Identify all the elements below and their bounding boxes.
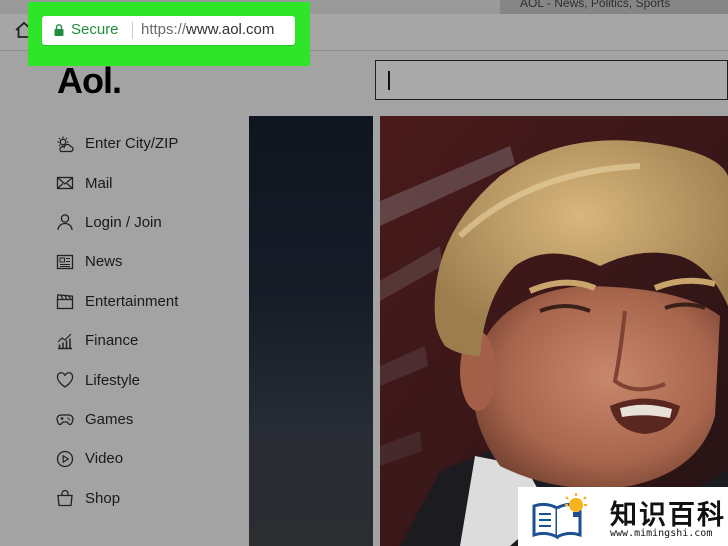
secure-label: Secure [71,21,119,38]
sidebar-item-login[interactable]: Login / Join [56,203,178,242]
text-cursor [388,71,390,90]
sidebar-item-label: Mail [85,174,113,192]
user-icon [57,214,73,231]
sidebar-item-shop[interactable]: Shop [56,479,178,518]
url-text[interactable]: https://www.aol.com [141,21,274,38]
lock-icon [54,24,64,36]
sidebar-item-label: Games [85,410,134,428]
news-icon [56,254,74,270]
watermark-title: 知识百科 [610,500,726,530]
gamepad-icon [56,414,74,426]
sidebar-item-label: Finance [85,332,139,350]
sidebar-item-label: News [85,253,123,271]
url-divider [132,22,133,39]
finance-chart-icon [57,333,72,349]
sidebar-item-entertainment[interactable]: Entertainment [56,282,178,321]
watermark-badge: 知识百科 www.mimingshi.com [518,487,728,546]
browser-tab-inactive[interactable]: AOL - News, Politics, Sports [500,0,728,14]
browser-tab-title: AOL - News, Politics, Sports [520,0,671,10]
sidebar-item-weather[interactable]: Enter City/ZIP [56,124,178,163]
heart-icon [56,372,74,388]
sidebar-item-label: Login / Join [85,213,162,231]
sidebar-item-label: Enter City/ZIP [85,135,179,153]
sidebar-item-label: Shop [85,489,121,507]
sidebar-item-games[interactable]: Games [56,400,178,439]
url-host: www.aol.com [186,21,275,38]
weather-icon [57,136,74,152]
hero-story-image[interactable] [380,116,728,546]
sidebar-nav: Enter City/ZIP Mail Login / Join News En… [56,124,178,518]
mail-icon [56,176,74,190]
sidebar-item-label: Video [85,450,124,468]
sidebar-item-video[interactable]: Video [56,439,178,478]
sidebar-item-mail[interactable]: Mail [56,163,178,202]
sidebar-item-finance[interactable]: Finance [56,321,178,360]
clapperboard-icon [56,294,74,310]
search-input[interactable] [375,60,728,100]
sidebar-item-label: Lifestyle [85,371,141,389]
sidebar-item-lifestyle[interactable]: Lifestyle [56,360,178,399]
shopping-bag-icon [57,490,73,507]
sidebar-item-news[interactable]: News [56,242,178,281]
watermark-url: www.mimingshi.com [610,528,713,539]
story-image-left[interactable] [249,116,373,546]
sidebar-item-label: Entertainment [85,292,179,310]
address-bar[interactable]: Secure https://www.aol.com [42,16,295,45]
url-protocol: https:// [141,21,187,38]
image-divider [373,116,380,546]
hero-photo [380,116,728,546]
aol-logo[interactable]: Aol. [57,60,122,102]
book-lightbulb-icon [532,493,587,540]
play-icon [56,450,74,467]
